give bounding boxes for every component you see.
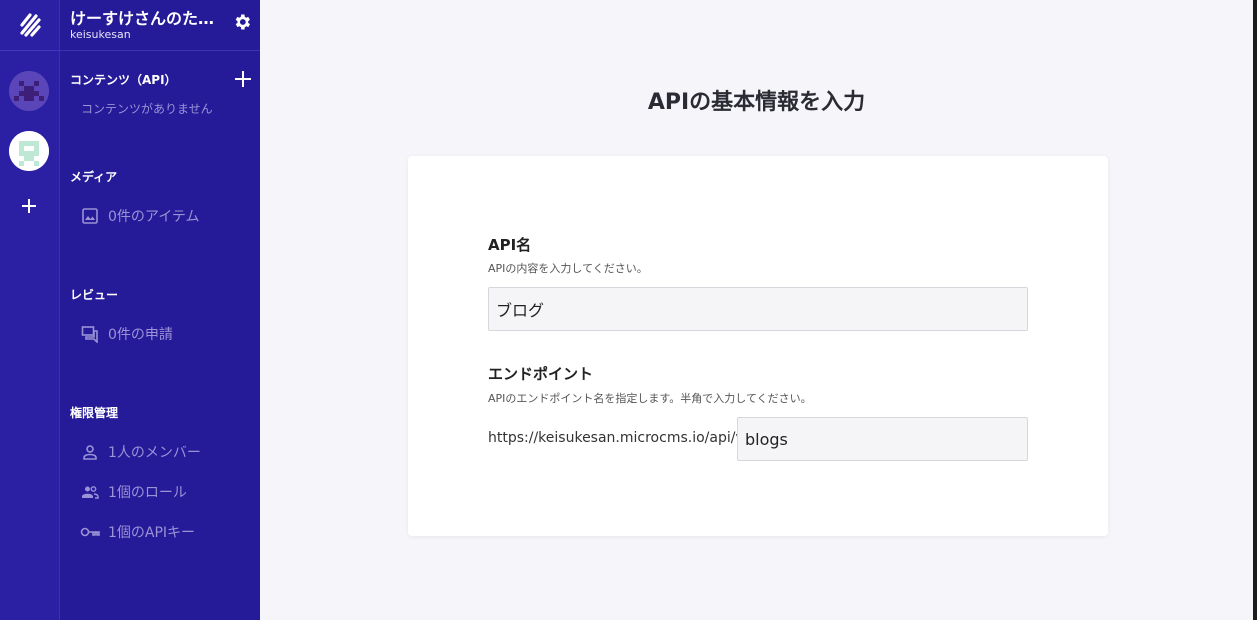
- add-content-icon[interactable]: [234, 70, 252, 88]
- endpoint-input[interactable]: blogs: [737, 417, 1028, 461]
- permission-section-title: 権限管理: [70, 406, 119, 420]
- api-info-form-card: API名 APIの内容を入力してください。 ブログ エンドポイント APIのエン…: [408, 156, 1108, 536]
- sidebar-item-label: 0件の申請: [108, 327, 173, 343]
- endpoint-help: APIのエンドポイント名を指定します。半角で入力してください。: [488, 392, 812, 405]
- sidebar-item-review[interactable]: 0件の申請: [80, 323, 173, 345]
- endpoint-prefix: https://keisukesan.microcms.io/api/v1/: [488, 430, 758, 446]
- sidebar-item-media[interactable]: 0件のアイテム: [80, 205, 200, 227]
- endpoint-label: エンドポイント: [488, 365, 594, 383]
- api-name-label: API名: [488, 236, 532, 254]
- service-avatar-purple[interactable]: [9, 71, 49, 111]
- comments-icon: [80, 324, 100, 344]
- sidebar-item-label: 0件のアイテム: [108, 209, 200, 225]
- main-content: APIの基本情報を入力 API名 APIの内容を入力してください。 ブログ エン…: [260, 0, 1257, 620]
- sidebar-item-label: 1個のロール: [108, 485, 187, 501]
- key-icon: [80, 522, 100, 542]
- sidebar-item-members[interactable]: 1人のメンバー: [80, 441, 201, 463]
- image-icon: [80, 206, 100, 226]
- sidebar-item-api-keys[interactable]: 1個のAPIキー: [80, 521, 195, 543]
- media-section-title: メディア: [70, 170, 118, 184]
- window-edge: [1253, 0, 1257, 620]
- content-empty-text: コンテンツがありません: [81, 102, 213, 116]
- service-avatar-green[interactable]: [9, 131, 49, 171]
- review-section-title: レビュー: [70, 288, 119, 302]
- api-name-help: APIの内容を入力してください。: [488, 262, 648, 275]
- microcms-logo-icon[interactable]: [14, 9, 46, 41]
- gear-icon[interactable]: [232, 12, 252, 32]
- page-title: APIの基本情報を入力: [647, 90, 866, 115]
- service-rail: [0, 0, 60, 620]
- sidebar-item-label: 1個のAPIキー: [108, 525, 196, 541]
- sidebar-header: けーすけさんのた… keisukesan: [60, 0, 260, 51]
- service-id: keisukesan: [70, 28, 131, 41]
- service-name[interactable]: けーすけさんのた…: [70, 5, 220, 29]
- person-icon: [80, 442, 100, 462]
- sidebar: けーすけさんのた… keisukesan コンテンツ（API） コンテンツがあり…: [60, 0, 260, 620]
- rail-divider: [0, 50, 60, 51]
- sidebar-item-label: 1人のメンバー: [108, 445, 201, 461]
- sidebar-item-roles[interactable]: 1個のロール: [80, 481, 187, 503]
- add-service-icon[interactable]: [17, 194, 41, 218]
- content-section-title: コンテンツ（API）: [70, 73, 177, 87]
- api-name-input[interactable]: ブログ: [488, 287, 1028, 331]
- people-icon: [80, 482, 100, 502]
